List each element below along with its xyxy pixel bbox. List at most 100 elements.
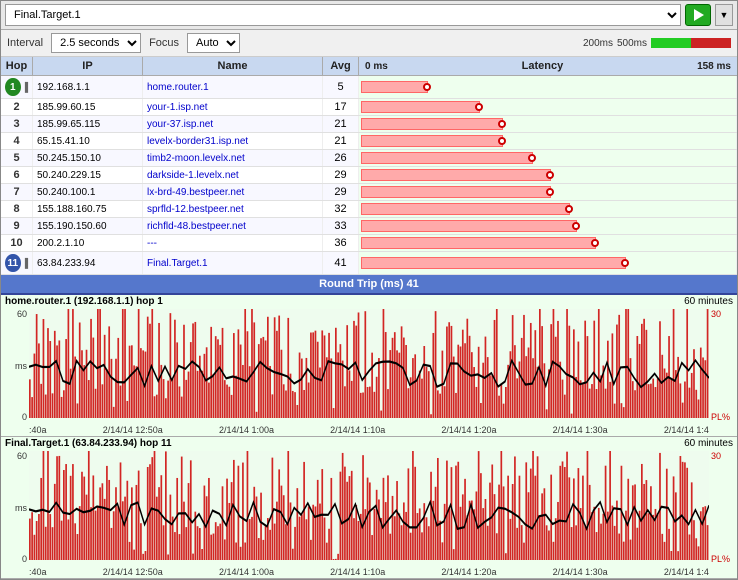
x-label: 2/14/14 1:20a (441, 567, 496, 577)
chart-y-left: 60ms0 (1, 309, 29, 422)
play-button[interactable] (685, 4, 711, 26)
latency-cell (359, 218, 737, 234)
chart-duration: 60 minutes (684, 438, 733, 449)
main-container: Final.Target.1 ▼ Interval 2.5 seconds Fo… (0, 0, 738, 580)
latency-cell (359, 201, 737, 217)
y-label-right: PL% (711, 554, 730, 564)
chart-inner (29, 451, 709, 560)
chart-y-right: 30PL% (709, 309, 737, 422)
avg-cell: 21 (323, 133, 359, 149)
charts-section: home.router.1 (192.168.1.1) hop 1 60 minu… (1, 295, 737, 579)
ip-cell: 65.15.41.10 (33, 133, 143, 149)
play-icon (694, 9, 704, 21)
latency-cell (359, 252, 737, 274)
hop-cell: 7 (1, 184, 33, 200)
hop-circle: 11 (5, 254, 21, 272)
x-label: 2/14/14 12:50a (103, 567, 163, 577)
focus-select[interactable]: Auto (187, 33, 240, 53)
table-row: 550.245.150.10timb2-moon.levelx.net26 (1, 150, 737, 167)
ip-cell: 185.99.65.115 (33, 116, 143, 132)
latency-cell (359, 167, 737, 183)
x-label: 2/14/14 1:10a (330, 567, 385, 577)
th-avg: Avg (323, 57, 359, 75)
toolbar: Interval 2.5 seconds Focus Auto 200ms 50… (1, 30, 737, 57)
table-row: 8155.188.160.75sprfld-12.bestpeer.net32 (1, 201, 737, 218)
hop-cell: 1▐ (1, 76, 33, 98)
hop-cell: 2 (1, 99, 33, 115)
latency-cell (359, 116, 737, 132)
name-cell: Final.Target.1 (143, 252, 323, 274)
y-label-right: 30 (711, 451, 721, 461)
table-row: 750.240.100.1lx-brd-49.bestpeer.net29 (1, 184, 737, 201)
ip-cell: 50.240.229.15 (33, 167, 143, 183)
avg-cell: 32 (323, 201, 359, 217)
name-cell: lx-brd-49.bestpeer.net (143, 184, 323, 200)
ip-cell: 155.190.150.60 (33, 218, 143, 234)
ip-cell: 200.2.1.10 (33, 235, 143, 251)
focus-label: Focus (149, 37, 179, 49)
ip-cell: 185.99.60.15 (33, 99, 143, 115)
latency-main-label: Latency (522, 60, 564, 72)
name-cell: levelx-border31.isp.net (143, 133, 323, 149)
chart-container-0: home.router.1 (192.168.1.1) hop 1 60 minu… (1, 295, 737, 437)
name-cell: richfld-48.bestpeer.net (143, 218, 323, 234)
th-latency: 0 ms Latency 158 ms (359, 57, 737, 75)
ip-cell: 155.188.160.75 (33, 201, 143, 217)
avg-cell: 29 (323, 167, 359, 183)
chart-title: home.router.1 (192.168.1.1) hop 1 (5, 296, 163, 307)
round-trip-label: Round Trip (ms) (319, 278, 403, 290)
avg-cell: 29 (323, 184, 359, 200)
hop-cell: 10 (1, 235, 33, 251)
latency-cell (359, 235, 737, 251)
chart-inner (29, 309, 709, 418)
th-ip: IP (33, 57, 143, 75)
table-row: 10200.2.1.10---36 (1, 235, 737, 252)
hop-cell: 3 (1, 116, 33, 132)
name-cell: sprfld-12.bestpeer.net (143, 201, 323, 217)
chart-title: Final.Target.1 (63.84.233.94) hop 11 (5, 438, 172, 449)
avg-cell: 21 (323, 116, 359, 132)
name-cell: timb2-moon.levelx.net (143, 150, 323, 166)
ip-cell: 192.168.1.1 (33, 76, 143, 98)
avg-cell: 36 (323, 235, 359, 251)
latency-max-label: 158 ms (697, 61, 731, 72)
hop-cell: 9 (1, 218, 33, 234)
x-label: 2/14/14 1:20a (441, 425, 496, 435)
scale-200-label: 200ms (583, 38, 613, 49)
header-bar: Final.Target.1 ▼ (1, 1, 737, 30)
avg-cell: 26 (323, 150, 359, 166)
ip-cell: 50.245.150.10 (33, 150, 143, 166)
interval-select[interactable]: 2.5 seconds (51, 33, 141, 53)
hop-cell: 11▐ (1, 252, 33, 274)
x-label: 2/14/14 1:30a (553, 567, 608, 577)
target-select[interactable]: Final.Target.1 (5, 4, 681, 26)
y-label: ms (15, 503, 27, 513)
table-row: 465.15.41.10levelx-border31.isp.net21 (1, 133, 737, 150)
y-label: 0 (22, 554, 27, 564)
scale-red (691, 38, 731, 48)
y-label: 0 (22, 412, 27, 422)
interval-label: Interval (7, 37, 43, 49)
scale-bar (651, 38, 731, 48)
table-row: 11▐63.84.233.94Final.Target.141 (1, 252, 737, 275)
table-row: 9155.190.150.60richfld-48.bestpeer.net33 (1, 218, 737, 235)
chart-container-1: Final.Target.1 (63.84.233.94) hop 11 60 m… (1, 437, 737, 579)
chart-duration: 60 minutes (684, 296, 733, 307)
latency-cell (359, 184, 737, 200)
x-label: 2/14/14 1:4 (664, 425, 709, 435)
y-label: 60 (17, 451, 27, 461)
hop-cell: 5 (1, 150, 33, 166)
latency-scale: 200ms 500ms (583, 38, 731, 49)
name-cell: your-37.isp.net (143, 116, 323, 132)
avg-cell: 17 (323, 99, 359, 115)
avg-cell: 5 (323, 76, 359, 98)
x-label: 2/14/14 1:4 (664, 567, 709, 577)
latency-min-label: 0 ms (365, 61, 388, 72)
dropdown-arrow-button[interactable]: ▼ (715, 4, 733, 26)
x-label: 2/14/14 1:30a (553, 425, 608, 435)
name-cell: your-1.isp.net (143, 99, 323, 115)
latency-cell (359, 99, 737, 115)
th-hop: Hop (1, 57, 33, 75)
chart-header-0: home.router.1 (192.168.1.1) hop 1 60 minu… (5, 296, 733, 307)
latency-cell (359, 76, 737, 98)
